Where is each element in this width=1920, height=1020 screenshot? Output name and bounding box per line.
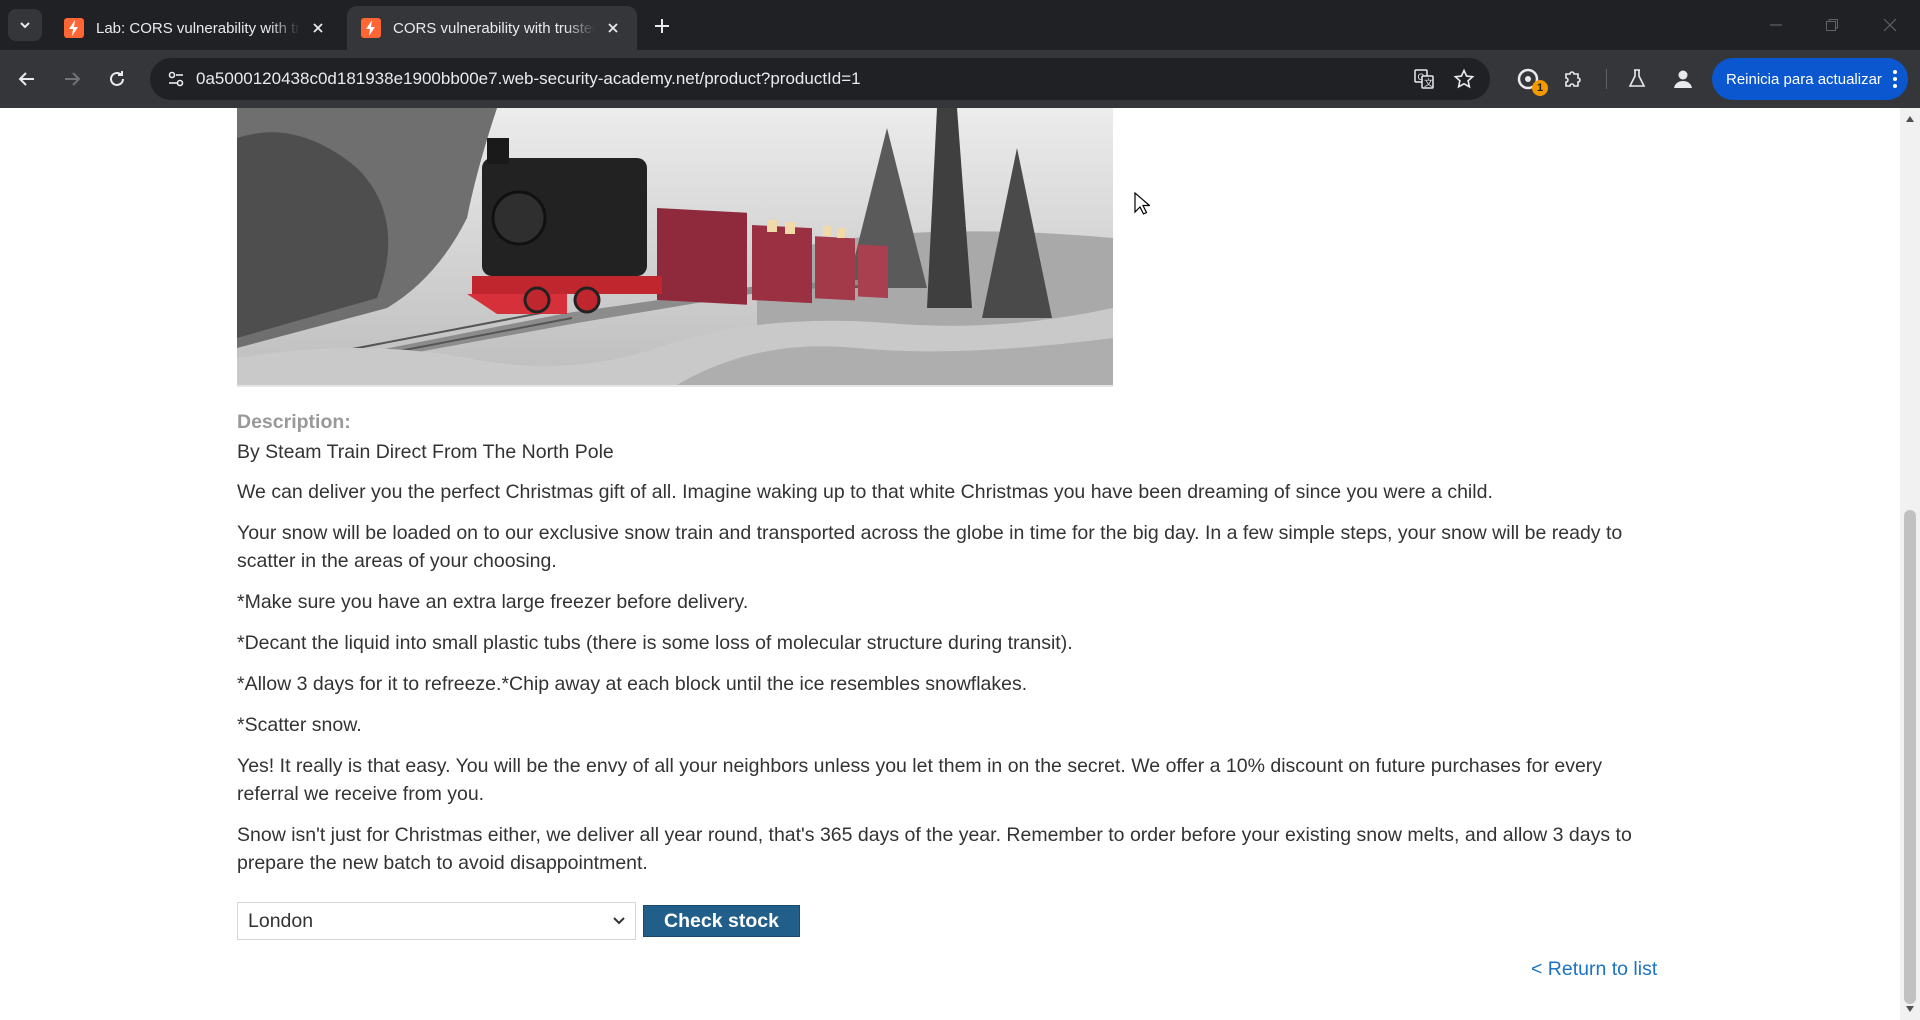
puzzle-icon — [1565, 71, 1581, 87]
minimize-icon — [1770, 24, 1782, 26]
address-bar[interactable]: 0a5000120438c0d181938e1900bb00e7.web-sec… — [150, 58, 1490, 100]
translate-icon: G文 — [1414, 69, 1434, 89]
description-paragraph: *Make sure you have an extra large freez… — [237, 591, 749, 613]
restore-icon — [1826, 19, 1838, 31]
flask-icon — [1628, 69, 1646, 87]
chevron-down-icon — [613, 917, 625, 925]
description-paragraph: *Scatter snow. — [237, 714, 362, 736]
extension-badge: 1 — [1532, 80, 1548, 96]
store-select-value: London — [248, 910, 314, 932]
tab-strip: Lab: CORS vulnerability with trusted ins… — [0, 0, 1920, 50]
product-description: Description: By Steam Train Direct From … — [237, 408, 1663, 890]
reload-icon — [110, 71, 124, 86]
portswigger-favicon-icon — [64, 18, 84, 38]
plus-icon — [655, 19, 669, 33]
translate-button[interactable]: G文 — [1410, 65, 1438, 93]
back-button[interactable] — [10, 62, 44, 96]
tab-title: CORS vulnerability with trusted insecure… — [393, 19, 595, 37]
close-tab-icon[interactable] — [603, 18, 623, 38]
site-info-button[interactable] — [160, 63, 192, 95]
avatar-icon — [1674, 70, 1692, 88]
url-text[interactable]: 0a5000120438c0d181938e1900bb00e7.web-sec… — [196, 58, 861, 100]
more-vert-icon — [1893, 70, 1897, 88]
close-window-button[interactable] — [1868, 10, 1912, 40]
minimize-button[interactable] — [1754, 10, 1798, 40]
tab-lab[interactable]: Lab: CORS vulnerability with trusted ins… — [50, 6, 342, 50]
chevron-down-icon — [20, 22, 30, 29]
return-to-list-link[interactable]: < Return to list — [1531, 958, 1657, 981]
tab-title: Lab: CORS vulnerability with trusted ins… — [96, 19, 300, 37]
mouse-cursor-icon — [1134, 192, 1150, 215]
browser-toolbar: 0a5000120438c0d181938e1900bb00e7.web-sec… — [0, 50, 1920, 108]
scroll-up-arrow-icon[interactable] — [1905, 114, 1915, 124]
description-paragraph: Snow isn't just for Christmas either, we… — [237, 824, 1632, 874]
arrow-left-icon — [18, 72, 34, 86]
store-select[interactable]: London — [237, 902, 636, 940]
scroll-down-arrow-icon[interactable] — [1905, 1004, 1915, 1014]
description-label: Description: — [237, 411, 351, 433]
update-browser-button[interactable]: Reinicia para actualizar — [1712, 58, 1908, 100]
tune-icon — [168, 71, 184, 87]
close-icon — [1883, 18, 1897, 32]
description-paragraph: Your snow will be loaded on to our exclu… — [237, 522, 1623, 572]
close-tab-icon[interactable] — [308, 18, 328, 38]
star-icon — [1453, 68, 1475, 89]
portswigger-favicon-icon — [361, 18, 381, 38]
tab-product[interactable]: CORS vulnerability with trusted insecure… — [347, 6, 637, 50]
profile-button[interactable] — [1666, 62, 1700, 96]
scroll-thumb[interactable] — [1904, 510, 1916, 1004]
labs-button[interactable] — [1620, 62, 1654, 96]
product-image — [237, 108, 1113, 387]
forward-button[interactable] — [55, 62, 89, 96]
new-tab-button[interactable] — [648, 12, 676, 40]
tab-search-button[interactable] — [8, 9, 42, 41]
description-paragraph: We can deliver you the perfect Christmas… — [237, 481, 1493, 503]
toolbar-divider — [1606, 69, 1607, 89]
extensions-menu-button[interactable] — [1556, 62, 1590, 96]
description-paragraph: *Allow 3 days for it to refreeze.*Chip a… — [237, 673, 1028, 695]
extension-button[interactable]: 1 — [1511, 62, 1548, 96]
update-label: Reinicia para actualizar — [1726, 70, 1882, 88]
product-tagline: By Steam Train Direct From The North Pol… — [237, 441, 614, 463]
steam-train-photo — [237, 108, 1113, 385]
bookmark-button[interactable] — [1450, 65, 1478, 93]
page-scrollbar[interactable] — [1900, 108, 1920, 1020]
reload-button[interactable] — [100, 62, 134, 96]
arrow-right-icon — [65, 72, 81, 86]
description-paragraph: Yes! It really is that easy. You will be… — [237, 755, 1603, 805]
check-stock-button[interactable]: Check stock — [643, 905, 800, 937]
svg-text:文: 文 — [1424, 77, 1433, 88]
restore-button[interactable] — [1810, 10, 1854, 40]
description-paragraph: *Decant the liquid into small plastic tu… — [237, 632, 1073, 654]
page-viewport: Description: By Steam Train Direct From … — [0, 108, 1900, 1020]
